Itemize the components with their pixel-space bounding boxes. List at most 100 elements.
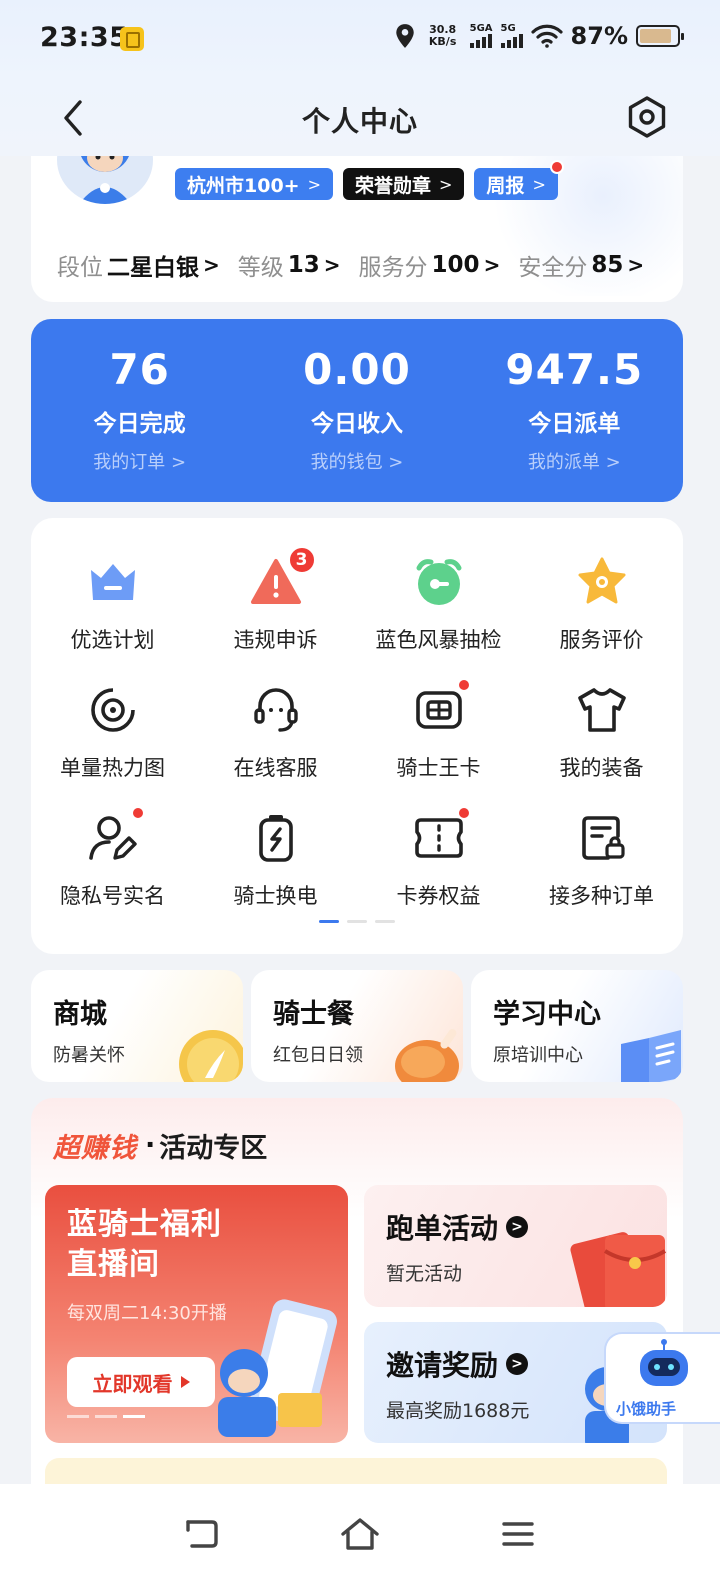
menu-lines-icon [502, 1522, 534, 1546]
chevron-right-icon: > [323, 253, 341, 277]
home-button[interactable] [336, 1510, 384, 1558]
settings-hexagon-icon[interactable] [624, 94, 670, 140]
watch-now-button[interactable]: 立即观看 [67, 1357, 215, 1407]
battery-percent: 87% [570, 22, 628, 50]
grid-item-multi-orders[interactable]: 接多种订单 [520, 810, 683, 910]
assistant-float-button[interactable]: 小饿助手 [604, 1332, 720, 1424]
metric-number: 0.00 [303, 345, 411, 394]
signal-bars-icon [469, 34, 492, 48]
notification-dot [456, 678, 471, 692]
grid-item-blue-storm-check[interactable]: 蓝色风暴抽检 [357, 554, 520, 654]
chevron-right-icon: > [203, 253, 220, 277]
grid-item-knight-card[interactable]: 骑士王卡 [357, 678, 520, 782]
banner-page-indicator [67, 1415, 145, 1418]
arrow-circle-icon: > [506, 1353, 529, 1375]
activity-zone: 超赚钱 · 活动专区 蓝骑士福利 直播间 每双周二14:30开播 立即观看 跑单… [31, 1098, 683, 1518]
notification-app-icon [120, 27, 144, 51]
signal-sim1-label: 5GA [469, 23, 493, 34]
signal-sim1: 5GA [469, 23, 493, 48]
honor-medal-tag[interactable]: 荣誉勋章 > [343, 168, 465, 200]
home-icon [341, 1518, 379, 1550]
metric-name: 今日收入 [310, 411, 403, 437]
star-badge-icon [574, 554, 630, 610]
notification-dot [456, 806, 471, 820]
feature-cards: 商城 防暑关怀 骑士餐 红包日日领 学习中心 原培训中心 [31, 970, 683, 1082]
play-icon [180, 1376, 190, 1388]
metric-name: 今日完成 [93, 411, 186, 437]
coin-icon [179, 1030, 243, 1082]
battery-swap-icon [248, 810, 304, 866]
function-grid-card: 优选计划 3 违规申诉 蓝色风暴抽检 服务评价 单量热力图 在线客服 骑士王卡 [31, 518, 683, 954]
grid-item-battery-swap[interactable]: 骑士换电 [194, 810, 357, 910]
status-indicators: 30.8 KB/s 5GA 5G 87% [394, 22, 684, 50]
assistant-label: 小饿助手 [616, 1400, 677, 1418]
grid-item-privacy-real-name[interactable]: 隐私号实名 [31, 806, 194, 910]
profile-stats: 段位 二星白银 > 等级 13 > 服务分 100 > 安全分 85 > [57, 248, 644, 282]
grid-item-preferred-plan[interactable]: 优选计划 [31, 554, 194, 654]
stat-rank[interactable]: 段位 二星白银 > [57, 248, 220, 282]
grid-page-indicator [319, 920, 395, 923]
target-icon [85, 682, 141, 738]
stat-level[interactable]: 等级 13 > [238, 248, 341, 282]
crown-icon [85, 554, 141, 610]
count-badge: 3 [287, 546, 316, 574]
today-metrics-card: 76 今日完成 我的订单 > 0.00 今日收入 我的钱包 > 947.5 今日… [31, 319, 683, 502]
robot-icon [640, 1339, 688, 1386]
grid-item-coupons[interactable]: 卡券权益 [357, 806, 520, 910]
back-return-icon [186, 1520, 218, 1548]
metric-dispatch[interactable]: 947.5 今日派单 我的派单 > [466, 319, 683, 502]
page-title: 个人中心 [301, 105, 418, 138]
status-time: 23:35 [40, 22, 129, 53]
battery-icon [636, 25, 684, 47]
top-navigation-bar: 个人中心 [0, 80, 720, 156]
chevron-right-icon: > [532, 174, 546, 194]
feature-card-learning-center[interactable]: 学习中心 原培训中心 [471, 970, 683, 1082]
stat-safety-score[interactable]: 安全分 85 > [518, 248, 644, 282]
city-rank-tag[interactable]: 杭州市100+ > [175, 168, 333, 200]
stat-service-score[interactable]: 服务分 100 > [359, 248, 501, 282]
rider-avatar-illustration [79, 156, 131, 204]
signal-sim2-label: 5G [500, 23, 516, 34]
status-bar: 23:35 30.8 KB/s 5GA 5G 87% [0, 0, 720, 80]
grid-item-service-rating[interactable]: 服务评价 [520, 554, 683, 654]
chicken-leg-icon [395, 1029, 459, 1082]
weekly-report-tag[interactable]: 周报 > [474, 160, 564, 200]
metric-link[interactable]: 我的派单 > [466, 448, 683, 474]
headset-icon [248, 682, 304, 738]
profile-card: 杭州市100+ > 荣誉勋章 > 周报 > 段位 二星白银 > 等级 13 > 服务分 100 >… [31, 156, 683, 302]
grid-item-my-equipment[interactable]: 我的装备 [520, 682, 683, 782]
feature-card-knight-meal[interactable]: 骑士餐 红包日日领 [251, 970, 463, 1082]
avatar[interactable] [57, 156, 153, 204]
chevron-right-icon: > [627, 253, 645, 277]
notification-dot [549, 160, 564, 174]
order-lock-icon [574, 810, 630, 866]
metric-name: 今日派单 [528, 411, 621, 437]
profile-tags: 杭州市100+ > 荣誉勋章 > 周报 > [175, 160, 564, 200]
coupon-icon [411, 806, 471, 866]
feature-card-mall[interactable]: 商城 防暑关怀 [31, 970, 243, 1082]
livestream-banner[interactable]: 蓝骑士福利 直播间 每双周二14:30开播 立即观看 [45, 1185, 348, 1443]
location-icon [395, 24, 414, 48]
wifi-icon [530, 24, 563, 48]
notification-dot [130, 806, 145, 820]
metric-link[interactable]: 我的订单 > [31, 448, 248, 474]
network-speed: 30.8 KB/s [428, 23, 457, 48]
warning-icon: 3 [248, 546, 316, 610]
metric-link[interactable]: 我的钱包 > [248, 448, 465, 474]
chevron-right-icon: > [307, 174, 321, 194]
back-button[interactable] [178, 1510, 226, 1558]
tshirt-icon [574, 682, 630, 738]
metric-completed[interactable]: 76 今日完成 我的订单 > [31, 319, 248, 502]
recent-apps-button[interactable] [494, 1510, 542, 1558]
signal-bars-icon [500, 34, 523, 48]
alarm-clock-icon [411, 554, 467, 610]
grid-item-online-support[interactable]: 在线客服 [194, 682, 357, 782]
metric-number: 947.5 [505, 345, 644, 394]
metric-income[interactable]: 0.00 今日收入 我的钱包 > [248, 319, 465, 502]
red-envelope-icon [570, 1232, 667, 1307]
signal-sim2: 5G [500, 23, 523, 48]
grid-item-violation-appeal[interactable]: 3 违规申诉 [194, 546, 357, 654]
grid-item-heatmap[interactable]: 单量热力图 [31, 682, 194, 782]
rider-phone-illustration [218, 1299, 337, 1437]
running-activity-card[interactable]: 跑单活动 > 暂无活动 [364, 1185, 667, 1307]
